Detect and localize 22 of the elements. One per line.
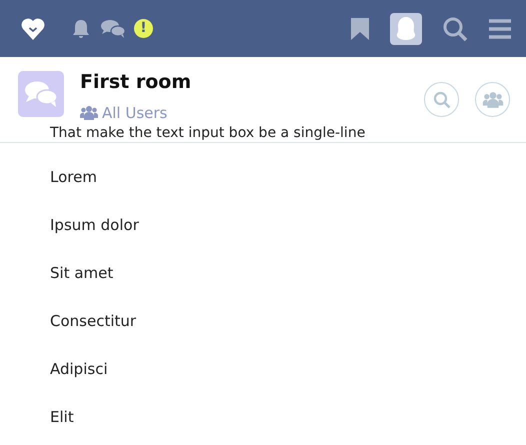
menu-item[interactable]: Ipsum dolor (0, 201, 145, 250)
menu-item[interactable]: Sit amet (0, 249, 120, 298)
search-icon[interactable] (442, 16, 468, 42)
menu-item[interactable]: Adipisci (0, 345, 114, 394)
alert-badge[interactable]: ! (134, 19, 153, 38)
message-text: That make the text input box be a single-line (49, 124, 366, 142)
menu-item[interactable]: Lorem (0, 153, 103, 202)
room-avatar-icon (18, 71, 64, 117)
menu-icon[interactable] (488, 18, 512, 38)
users-group-icon[interactable] (482, 90, 504, 108)
user-avatar[interactable] (390, 12, 422, 44)
room-title: First room (80, 71, 192, 94)
bookmark-icon[interactable] (350, 16, 370, 40)
notification-bell-icon[interactable] (70, 18, 92, 40)
room-search-button[interactable] (424, 82, 459, 117)
home-heart-icon[interactable] (20, 16, 46, 42)
menu-item[interactable]: Consectitur (0, 297, 142, 346)
room-members-button[interactable] (475, 82, 510, 117)
users-group-icon (80, 105, 98, 122)
menu-item[interactable]: Elit (0, 393, 80, 442)
search-icon[interactable] (432, 90, 450, 108)
chat-bubbles-icon[interactable] (100, 18, 126, 40)
